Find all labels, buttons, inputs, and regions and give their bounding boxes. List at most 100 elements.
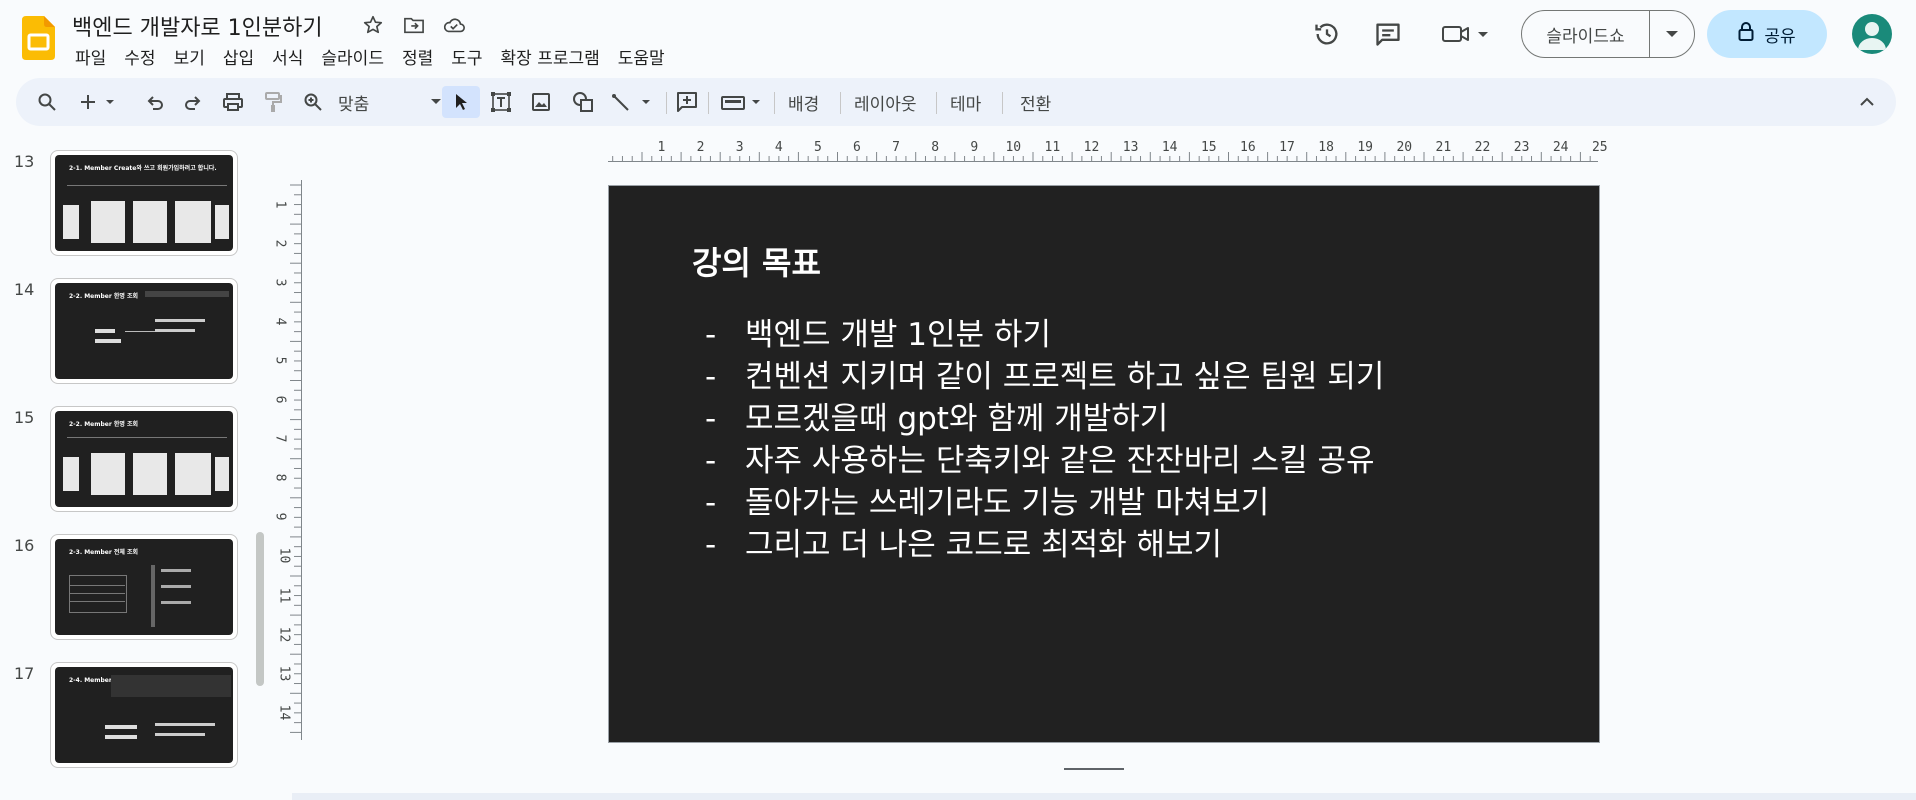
toolbar-divider <box>936 92 937 114</box>
filmstrip-scrollbar[interactable] <box>256 532 264 686</box>
slide-thumbnail-14[interactable]: 2-2. Member 한명 조회 <box>50 278 238 384</box>
toolbar-divider <box>1002 92 1003 114</box>
ruler-label: 12 <box>1083 140 1100 155</box>
ruler-label: 17 <box>1279 140 1295 155</box>
slide-thumbnail-17[interactable]: 2-4. Member 수정 <box>50 662 238 768</box>
ruler-label: 12 <box>276 626 292 642</box>
slide-thumbnail-13[interactable]: 2-1. Member Create와 쓰고 회원가입하려고 합니다. <box>50 150 238 256</box>
zoom-label: 맞춤 <box>338 94 370 115</box>
ruler-label: 1 <box>272 200 288 208</box>
share-button[interactable]: 공유 <box>1707 10 1827 58</box>
new-slide-icon[interactable] <box>76 86 122 118</box>
ruler-label: 5 <box>272 356 288 365</box>
thumbnail-number: 15 <box>14 408 35 427</box>
menu-slide[interactable]: 슬라이드 <box>312 42 393 71</box>
menu-edit[interactable]: 수정 <box>115 42 164 71</box>
comments-icon[interactable] <box>1370 16 1406 52</box>
slides-logo-icon[interactable] <box>22 16 55 60</box>
ruler-label: 15 <box>1200 140 1217 155</box>
ruler-label: 2 <box>272 239 288 248</box>
chevron-down-icon[interactable] <box>1650 30 1694 38</box>
toolbar-divider <box>774 92 775 114</box>
document-title[interactable]: 백엔드 개발자로 1인분하기 <box>72 10 323 42</box>
thumbnail-title: 2-1. Member Create와 쓰고 회원가입하려고 합니다. <box>69 165 217 172</box>
shape-icon[interactable] <box>568 86 598 118</box>
input-tools-icon[interactable] <box>718 86 768 118</box>
thumbnail-number: 16 <box>14 536 35 555</box>
star-icon[interactable] <box>360 12 386 38</box>
slide-thumbnail-15[interactable]: 2-2. Member 한명 조회 <box>50 406 238 512</box>
menu-format[interactable]: 서식 <box>263 42 312 71</box>
ruler-label: 19 <box>1357 140 1373 155</box>
thumbnail-title: 2-3. Member 전체 조회 <box>69 549 139 556</box>
ruler-label: 13 <box>1122 140 1139 155</box>
ruler-label: 6 <box>853 140 861 155</box>
avatar[interactable] <box>1852 14 1892 54</box>
ruler-label: 16 <box>1240 140 1256 155</box>
zoom-select[interactable]: 맞춤 <box>338 86 442 118</box>
text-box-icon[interactable] <box>486 86 516 118</box>
ruler-label: 6 <box>272 395 288 404</box>
version-history-icon[interactable] <box>1309 16 1345 52</box>
menu-view[interactable]: 보기 <box>165 42 214 71</box>
ruler-label: 10 <box>1005 140 1022 155</box>
menu-insert[interactable]: 삽입 <box>214 42 263 71</box>
ruler-label: 10 <box>276 548 292 564</box>
ruler-label: 14 <box>276 704 292 721</box>
thumbnail-number: 13 <box>14 152 35 171</box>
menu-arrange[interactable]: 정렬 <box>393 42 442 71</box>
toolbar-divider <box>840 92 841 114</box>
menu-extensions[interactable]: 확장 프로그램 <box>492 42 609 71</box>
list-item: - 자주 사용하는 단축키와 같은 잔잔바리 스킬 공유 <box>705 443 1375 479</box>
theme-button[interactable]: 테마 <box>950 90 981 115</box>
undo-icon[interactable] <box>140 86 170 118</box>
background-button[interactable]: 배경 <box>788 90 819 115</box>
redo-icon[interactable] <box>178 86 208 118</box>
meet-video-icon[interactable] <box>1436 16 1496 52</box>
menu-file[interactable]: 파일 <box>66 42 115 71</box>
ruler-label: 7 <box>892 140 900 155</box>
ruler-label: 13 <box>276 665 292 682</box>
lock-icon <box>1738 21 1754 47</box>
speaker-notes-handle[interactable] <box>1064 768 1124 770</box>
line-icon[interactable] <box>608 86 658 118</box>
menu-tools[interactable]: 도구 <box>442 42 491 71</box>
layout-button[interactable]: 레이아웃 <box>854 90 917 115</box>
slide-canvas[interactable]: 강의 목표 - 백엔드 개발 1인분 하기 - 컨벤션 지키며 같이 프로젝트 하고… <box>608 185 1600 743</box>
move-folder-icon[interactable] <box>401 12 427 38</box>
slideshow-label[interactable]: 슬라이드쇼 <box>1522 11 1650 57</box>
thumbnail-number: 17 <box>14 664 35 683</box>
cloud-saved-icon[interactable] <box>441 12 467 38</box>
ruler-label: 5 <box>813 140 822 155</box>
add-comment-icon[interactable] <box>672 86 702 118</box>
ruler-label: 8 <box>931 140 940 155</box>
list-item: - 돌아가는 쓰레기라도 기능 개발 마쳐보기 <box>705 485 1270 521</box>
thumbnail-title: 2-2. Member 한명 조회 <box>69 293 139 300</box>
search-menus-icon[interactable] <box>32 86 62 118</box>
slide-bullet-list[interactable]: - 백엔드 개발 1인분 하기 - 컨벤션 지키며 같이 프로젝트 하고 싶은 팀원… <box>705 314 1384 566</box>
print-icon[interactable] <box>218 86 248 118</box>
chevron-down-icon <box>431 99 441 104</box>
ruler-label: 18 <box>1318 140 1334 155</box>
ruler-label: 4 <box>774 140 783 155</box>
insert-image-icon[interactable] <box>526 86 556 118</box>
vertical-ruler[interactable] <box>280 180 302 740</box>
ruler-label: 21 <box>1435 140 1452 155</box>
list-item: - 모르겠을때 gpt와 함께 개발하기 <box>705 401 1169 437</box>
ruler-label: 22 <box>1474 140 1491 155</box>
zoom-icon[interactable] <box>298 86 328 118</box>
slideshow-button[interactable]: 슬라이드쇼 <box>1521 10 1695 58</box>
ruler-label: 3 <box>735 140 744 155</box>
ruler-label: 25 <box>1591 140 1608 155</box>
ruler-label: 3 <box>272 278 288 287</box>
select-cursor-icon[interactable] <box>442 86 480 118</box>
menu-help[interactable]: 도움말 <box>609 42 674 71</box>
ruler-label: 20 <box>1396 140 1413 155</box>
speaker-notes-area[interactable] <box>292 793 1916 800</box>
slide-thumbnail-16[interactable]: 2-3. Member 전체 조회 <box>50 534 238 640</box>
paint-format-icon[interactable] <box>258 86 288 118</box>
transition-button[interactable]: 전환 <box>1020 90 1051 115</box>
toolbar: 맞춤 배경 레이아웃 테마 전환 <box>16 78 1896 126</box>
collapse-toolbar-icon[interactable] <box>1852 86 1882 118</box>
slide-title[interactable]: 강의 목표 <box>692 238 821 284</box>
